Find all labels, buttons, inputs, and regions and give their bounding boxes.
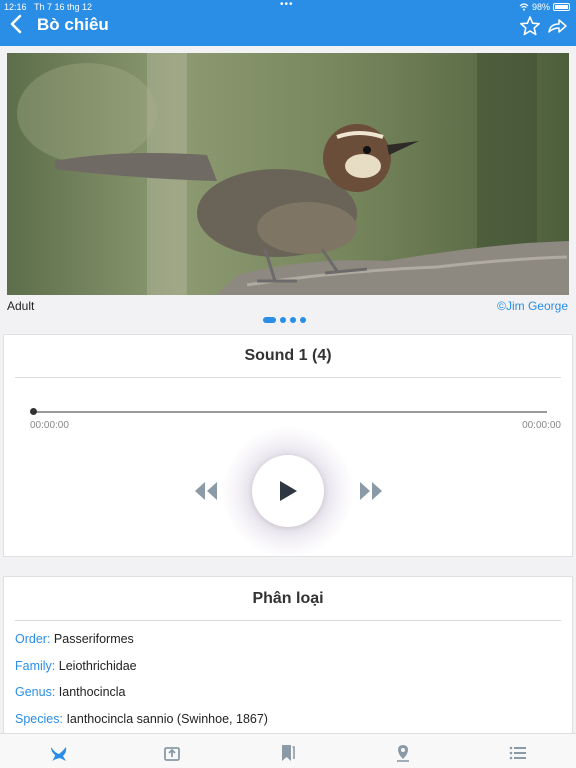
taxonomy-row-species: Species: Ianthocincla sannio (Swinhoe, 1… [15,712,268,726]
status-right: 98% [519,2,570,12]
rewind-icon[interactable] [193,480,219,502]
sound-player-card: Sound 1 (4) 00:00:00 00:00:00 [3,334,573,557]
favorite-star-icon[interactable] [519,15,541,37]
audio-progress-track[interactable] [33,411,547,413]
navigation-bar: 12:16 Th 7 16 thg 12 ••• 98% Bò chiêu [0,0,576,46]
page-dot[interactable] [290,317,296,323]
tab-bar [0,733,576,768]
taxonomy-value: Ianthocincla [58,685,126,699]
bird-photo[interactable] [7,53,569,295]
taxonomy-row-genus: Genus: Ianthocincla [15,685,126,699]
battery-icon [553,3,570,11]
location-icon[interactable] [393,743,413,763]
total-time: 00:00:00 [522,420,561,431]
play-icon [280,481,297,501]
taxonomy-key: Order: [15,632,51,646]
taxonomy-value: Passeriformes [53,632,134,646]
multitasking-dots[interactable]: ••• [280,0,294,10]
fast-forward-icon[interactable] [358,480,384,502]
page-dot[interactable] [280,317,286,323]
play-button[interactable] [252,455,324,527]
share-arrow-icon[interactable] [546,15,568,37]
taxonomy-title: Phân loại [252,590,324,607]
bird-photo-illustration [7,53,569,295]
photo-caption: Adult [7,299,35,313]
taxonomy-key: Family: [15,659,56,673]
page-dot[interactable] [300,317,306,323]
back-chevron-icon[interactable] [8,13,26,35]
taxonomy-row-family: Family: Leiothrichidae [15,659,137,673]
taxonomy-row-order: Order: Passeriformes [15,632,134,646]
status-time: 12:16 [4,2,27,12]
status-bar: 12:16 Th 7 16 thg 12 ••• 98% [0,0,576,14]
divider [15,620,561,621]
taxonomy-value: Leiothrichidae [58,659,137,673]
taxonomy-card: Phân loại Order: Passeriformes Family: L… [3,576,573,736]
audio-progress-knob[interactable] [30,408,37,415]
bird-icon[interactable] [49,743,69,763]
sound-title: Sound 1 (4) [244,347,332,364]
export-icon[interactable] [162,743,182,763]
taxonomy-value: Ianthocincla sannio (Swinhoe, 1867) [66,712,268,726]
taxonomy-key: Species: [15,712,63,726]
status-date: Th 7 16 thg 12 [34,2,93,12]
wifi-icon [519,3,529,11]
taxonomy-key: Genus: [15,685,56,699]
divider [15,377,561,378]
page-title: Bò chiêu [37,15,109,34]
page-dot-active[interactable] [263,317,276,323]
battery-percent: 98% [531,2,550,12]
bookmarks-icon[interactable] [277,743,297,763]
photo-credit-link[interactable]: ©Jim George [497,299,568,313]
photo-page-indicator[interactable] [263,317,306,323]
list-icon[interactable] [508,743,528,763]
elapsed-time: 00:00:00 [30,420,69,431]
